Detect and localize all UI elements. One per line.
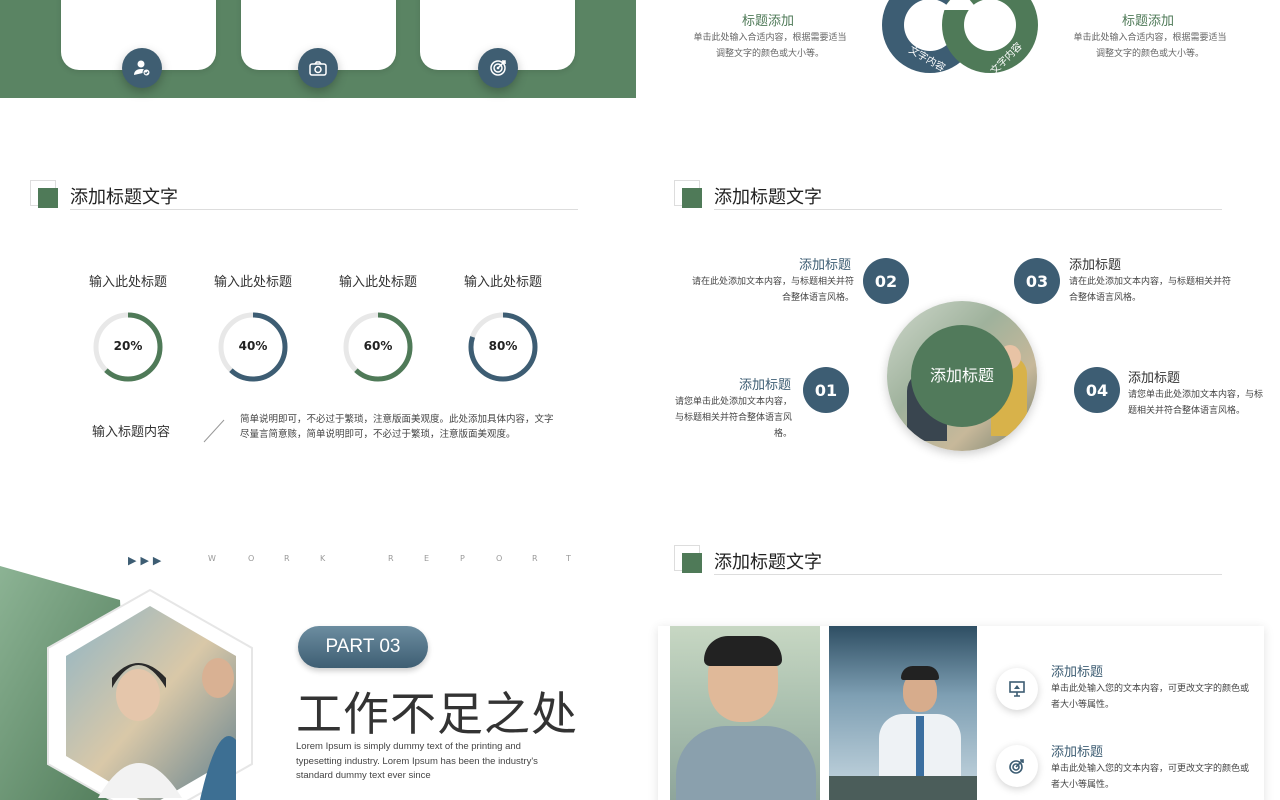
center-label: 添加标题 xyxy=(911,325,1013,427)
donut-title: 输入此处标题 xyxy=(213,275,292,290)
tagline-letter: P xyxy=(460,554,465,563)
tagline-letter: R xyxy=(532,554,538,563)
content-text: 简单说明即可，不必过于繁琐，注意版面美观度。此处添加具体内容，文字尽量言简意赅，… xyxy=(240,414,554,440)
donut-value: 60% xyxy=(363,339,393,353)
item-title-02: 添加标题 xyxy=(799,258,852,273)
tagline-letter: E xyxy=(424,554,430,563)
feature-title-2: 添加标题 xyxy=(1051,745,1104,760)
progress-donut: 20% xyxy=(91,310,165,384)
donut-title: 输入此处标题 xyxy=(463,275,542,290)
center-photo: 添加标题 xyxy=(887,301,1037,451)
donut-value: 80% xyxy=(488,339,518,353)
number-badge-02: 02 xyxy=(863,258,909,304)
section-title: 添加标题文字 xyxy=(714,187,822,208)
feature-title-1: 添加标题 xyxy=(1051,665,1104,680)
left-title: 标题添加 xyxy=(742,14,795,29)
feature-text-1: 单击此处输入您的文本内容，可更改文字的颜色或者大小等属性。 xyxy=(1051,684,1250,710)
slide-part03[interactable]: ▶▶▶ W O R K R E P O R T PART 03 工作不足之处 L… xyxy=(0,500,636,800)
right-title: 标题添加 xyxy=(1122,14,1175,29)
slide-grid: 标题添加 单击此处输入合适内容，根据需要适当调整文字的颜色或大小等。 标题添加 … xyxy=(0,0,1280,800)
camera-icon xyxy=(298,48,338,88)
feature-text-2: 单击此处输入您的文本内容，可更改文字的颜色或者大小等属性。 xyxy=(1051,764,1250,790)
slide-photos[interactable]: 添加标题文字 添加标题 单击此处输入您的文本内容，可更改文字的颜色或者大小等属性… xyxy=(644,500,1280,800)
right-text: 单击此处输入合适内容，根据需要适当调整文字的颜色或大小等。 xyxy=(1073,33,1227,59)
cycle-arrows-graphic: 文字内容 文字内容 xyxy=(882,0,1038,77)
photo-office-man xyxy=(829,626,977,800)
tagline-letter: T xyxy=(566,554,571,563)
item-text-04: 请您单击此处添加文本内容，与标题相关并符合整体语言风格。 xyxy=(1128,390,1264,416)
donut-title: 输入此处标题 xyxy=(88,275,167,290)
slide-donuts[interactable]: 添加标题文字 输入此处标题 20% 输入此处标题 40% 输入此处标题 60% 输入此处标题… xyxy=(0,130,636,475)
item-text-01: 请您单击此处添加文本内容，与标题相关并符合整体语言风格。 xyxy=(674,397,792,439)
item-text-03: 请在此处添加文本内容，与标题相关并符合整体语言风格。 xyxy=(1069,277,1232,303)
tagline-letter: R xyxy=(284,554,290,563)
donut-title: 输入此处标题 xyxy=(338,275,417,290)
number-badge-03: 03 xyxy=(1014,258,1060,304)
item-title-03: 添加标题 xyxy=(1069,258,1122,273)
item-title-01: 添加标题 xyxy=(739,378,792,393)
content-label: 输入标题内容 xyxy=(92,425,171,440)
donut-value: 40% xyxy=(238,339,268,353)
hexagon-photo-frame xyxy=(0,566,253,800)
slide-arrows[interactable]: 标题添加 单击此处输入合适内容，根据需要适当调整文字的颜色或大小等。 标题添加 … xyxy=(644,0,1280,130)
presentation-icon xyxy=(996,668,1038,710)
item-text-02: 请在此处添加文本内容，与标题相关并符合整体语言风格。 xyxy=(691,277,854,303)
tagline-letter: R xyxy=(388,554,394,563)
tagline-letter: K xyxy=(320,554,326,563)
slash-divider xyxy=(203,419,225,443)
donut-value: 20% xyxy=(113,339,143,353)
target-icon xyxy=(996,745,1038,787)
part-label-pill: PART 03 xyxy=(298,626,428,668)
number-badge-04: 04 xyxy=(1074,367,1120,413)
part-title: 工作不足之处 xyxy=(296,687,578,741)
progress-donut: 40% xyxy=(216,310,290,384)
section-title: 添加标题文字 xyxy=(714,552,822,573)
section-header: 添加标题文字 xyxy=(674,545,1224,577)
progress-donut: 60% xyxy=(341,310,415,384)
number-badge-01: 01 xyxy=(803,367,849,413)
section-header: 添加标题文字 xyxy=(30,180,580,212)
section-title: 添加标题文字 xyxy=(70,187,178,208)
progress-donut: 80% xyxy=(466,310,540,384)
target-icon xyxy=(478,48,518,88)
item-title-04: 添加标题 xyxy=(1128,371,1181,386)
slide-numbered[interactable]: 添加标题文字 添加标题 02 添加标题 请在此处添加文本内容，与标题相关并符合整… xyxy=(644,130,1280,475)
section-header: 添加标题文字 xyxy=(674,180,1224,212)
lorem-text: Lorem Ipsum is simply dummy text of the … xyxy=(296,741,538,781)
tagline-letter: O xyxy=(496,554,503,563)
user-check-icon xyxy=(122,48,162,88)
slide-icon-cards[interactable] xyxy=(0,0,636,130)
photo-young-man xyxy=(670,626,820,800)
left-text: 单击此处输入合适内容，根据需要适当调整文字的颜色或大小等。 xyxy=(693,33,847,59)
